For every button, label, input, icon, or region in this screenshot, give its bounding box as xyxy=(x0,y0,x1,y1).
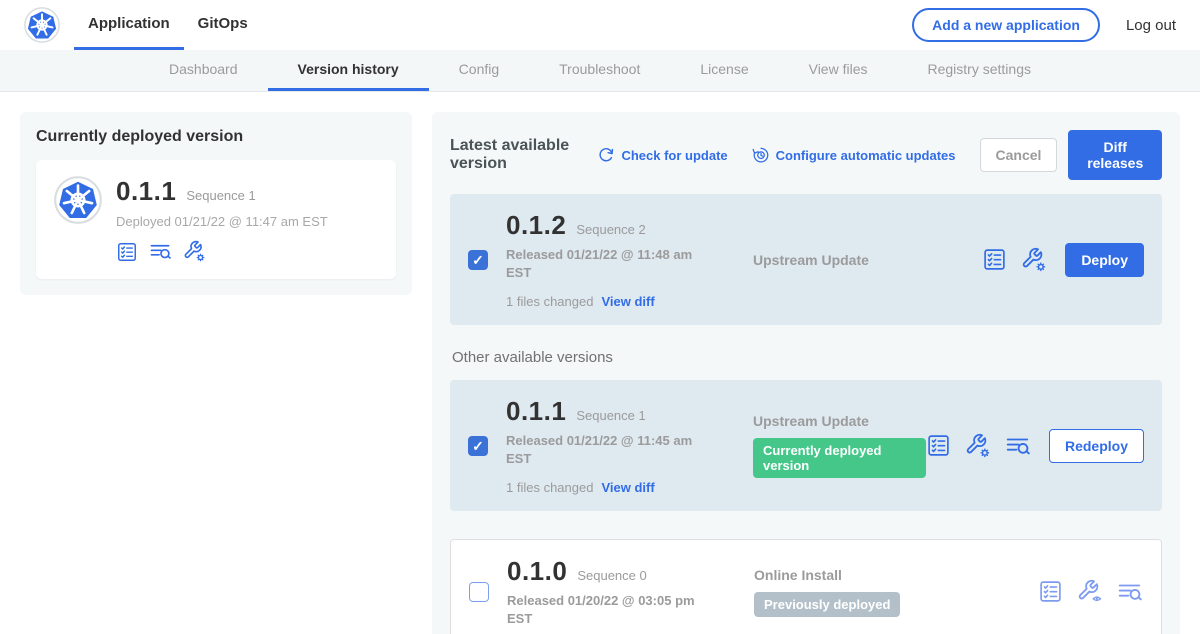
tab-troubleshoot[interactable]: Troubleshoot xyxy=(529,50,670,91)
configure-auto-updates-link[interactable]: Configure automatic updates xyxy=(752,146,956,164)
schedule-update-icon xyxy=(752,146,770,164)
version-source: Online Install Previously deployed xyxy=(722,567,1038,617)
logout-button[interactable]: Log out xyxy=(1126,17,1176,34)
deployed-timestamp: Deployed 01/21/22 @ 11:47 am EST xyxy=(116,214,328,229)
currently-deployed-badge: Currently deployed version xyxy=(753,438,926,478)
redeploy-button[interactable]: Redeploy xyxy=(1049,429,1144,463)
tab-view-files[interactable]: View files xyxy=(779,50,898,91)
version-actions: Deploy xyxy=(982,243,1144,277)
source-label: Online Install xyxy=(754,567,1038,583)
deploy-logs-icon[interactable] xyxy=(1117,579,1143,605)
version-number: 0.1.2 xyxy=(506,210,566,241)
tab-config[interactable]: Config xyxy=(429,50,529,91)
available-versions-panel: Latest available version Check for updat… xyxy=(432,112,1180,634)
version-row-0-1-1: ✓ 0.1.1 Sequence 1 Released 01/21/22 @ 1… xyxy=(450,380,1162,511)
available-versions-header: Latest available version Check for updat… xyxy=(450,130,1162,180)
app-sub-nav: Dashboard Version history Config Trouble… xyxy=(0,50,1200,92)
edit-config-icon[interactable] xyxy=(1021,247,1047,273)
add-application-button[interactable]: Add a new application xyxy=(912,8,1100,42)
version-row-0-1-2: ✓ 0.1.2 Sequence 2 Released 01/21/22 @ 1… xyxy=(450,194,1162,325)
view-diff-link[interactable]: View diff xyxy=(601,480,654,495)
currently-deployed-title: Currently deployed version xyxy=(36,128,396,146)
released-timestamp: Released 01/21/22 @ 11:48 am EST xyxy=(506,246,701,281)
version-info: 0.1.0 Sequence 0 Released 01/20/22 @ 03:… xyxy=(507,556,722,627)
version-number: 0.1.0 xyxy=(507,556,567,587)
cancel-button[interactable]: Cancel xyxy=(980,138,1058,172)
version-source: Upstream Update Currently deployed versi… xyxy=(721,413,926,478)
version-actions xyxy=(1038,579,1143,605)
version-checkbox[interactable]: ✓ xyxy=(468,436,488,456)
preflight-checklist-icon[interactable] xyxy=(116,241,138,263)
deployed-version-number: 0.1.1 xyxy=(116,176,176,207)
edit-config-icon[interactable] xyxy=(965,433,991,459)
refresh-icon xyxy=(597,146,615,164)
files-changed-label: 1 files changed xyxy=(506,294,593,309)
version-actions: Redeploy xyxy=(926,429,1144,463)
tab-registry-settings[interactable]: Registry settings xyxy=(898,50,1061,91)
version-row-0-1-0: ✓ 0.1.0 Sequence 0 Released 01/20/22 @ 0… xyxy=(450,539,1162,634)
top-nav-spacer xyxy=(262,0,912,50)
deploy-logs-icon[interactable] xyxy=(1005,433,1031,459)
latest-available-title: Latest available version xyxy=(450,137,583,173)
kubernetes-logo-icon xyxy=(24,0,60,50)
preflight-checklist-icon[interactable] xyxy=(1038,579,1063,604)
view-config-icon[interactable] xyxy=(1077,579,1103,605)
configure-auto-updates-label: Configure automatic updates xyxy=(776,148,956,163)
source-label: Upstream Update xyxy=(753,252,982,268)
released-timestamp: Released 01/20/22 @ 03:05 pm EST xyxy=(507,592,702,627)
deploy-button[interactable]: Deploy xyxy=(1065,243,1144,277)
view-diff-link[interactable]: View diff xyxy=(601,294,654,309)
tab-dashboard[interactable]: Dashboard xyxy=(139,50,268,91)
currently-deployed-panel: Currently deployed version 0.1.1 Sequenc… xyxy=(20,112,412,295)
sequence-label: Sequence 0 xyxy=(577,568,646,583)
other-versions-title: Other available versions xyxy=(452,349,1160,366)
tab-version-history[interactable]: Version history xyxy=(268,50,429,91)
version-checkbox[interactable]: ✓ xyxy=(468,250,488,270)
top-tab-gitops[interactable]: GitOps xyxy=(184,0,262,50)
previously-deployed-badge: Previously deployed xyxy=(754,592,900,617)
edit-config-icon[interactable] xyxy=(183,240,206,263)
deployed-sequence-label: Sequence 1 xyxy=(186,188,255,203)
sequence-label: Sequence 2 xyxy=(576,222,645,237)
preflight-checklist-icon[interactable] xyxy=(926,433,951,458)
tab-license[interactable]: License xyxy=(670,50,778,91)
check-for-update-link[interactable]: Check for update xyxy=(597,146,727,164)
files-changed-label: 1 files changed xyxy=(506,480,593,495)
check-for-update-label: Check for update xyxy=(621,148,727,163)
sequence-label: Sequence 1 xyxy=(576,408,645,423)
top-nav: Application GitOps Add a new application… xyxy=(0,0,1200,50)
source-label: Upstream Update xyxy=(753,413,926,429)
released-timestamp: Released 01/21/22 @ 11:45 am EST xyxy=(506,432,701,467)
version-info: 0.1.1 Sequence 1 Released 01/21/22 @ 11:… xyxy=(506,396,721,495)
main-content: Currently deployed version 0.1.1 Sequenc… xyxy=(0,92,1200,634)
diff-releases-button[interactable]: Diff releases xyxy=(1068,130,1162,180)
version-number: 0.1.1 xyxy=(506,396,566,427)
preflight-checklist-icon[interactable] xyxy=(982,247,1007,272)
deployed-version-details: 0.1.1 Sequence 1 Deployed 01/21/22 @ 11:… xyxy=(116,176,328,263)
top-tab-application[interactable]: Application xyxy=(74,0,184,50)
version-checkbox[interactable]: ✓ xyxy=(469,582,489,602)
deploy-logs-icon[interactable] xyxy=(149,240,172,263)
version-source: Upstream Update xyxy=(721,252,982,268)
app-icon-kubernetes xyxy=(54,176,102,263)
deployed-version-card: 0.1.1 Sequence 1 Deployed 01/21/22 @ 11:… xyxy=(36,160,396,279)
version-info: 0.1.2 Sequence 2 Released 01/21/22 @ 11:… xyxy=(506,210,721,309)
